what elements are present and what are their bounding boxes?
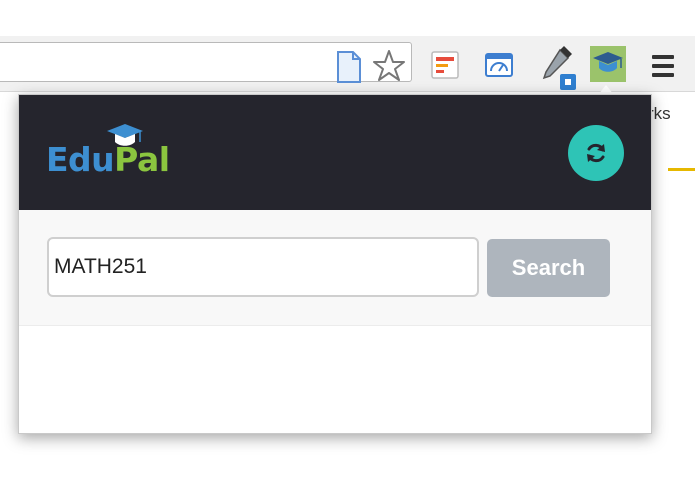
edupal-logo: EduPal <box>46 143 170 176</box>
edupal-extension-icon[interactable] <box>590 46 626 82</box>
gauge-icon[interactable] <box>484 50 514 80</box>
logo-edu-text: Edu <box>46 140 115 179</box>
menu-icon[interactable] <box>650 53 676 79</box>
search-button[interactable]: Search <box>487 239 610 297</box>
color-picker-icon[interactable] <box>538 46 578 92</box>
extension-icon[interactable] <box>430 50 460 80</box>
search-input[interactable] <box>47 237 479 297</box>
logo-pal-text: Pal <box>114 140 170 179</box>
popup-header: EduPal <box>19 95 651 210</box>
edupal-popup: EduPal Search <box>18 94 652 434</box>
search-area: Search <box>19 210 651 326</box>
refresh-icon <box>587 143 605 163</box>
star-icon[interactable] <box>372 49 406 83</box>
refresh-button[interactable] <box>568 125 624 181</box>
page-icon[interactable] <box>336 51 362 83</box>
page-accent-line <box>668 168 695 171</box>
